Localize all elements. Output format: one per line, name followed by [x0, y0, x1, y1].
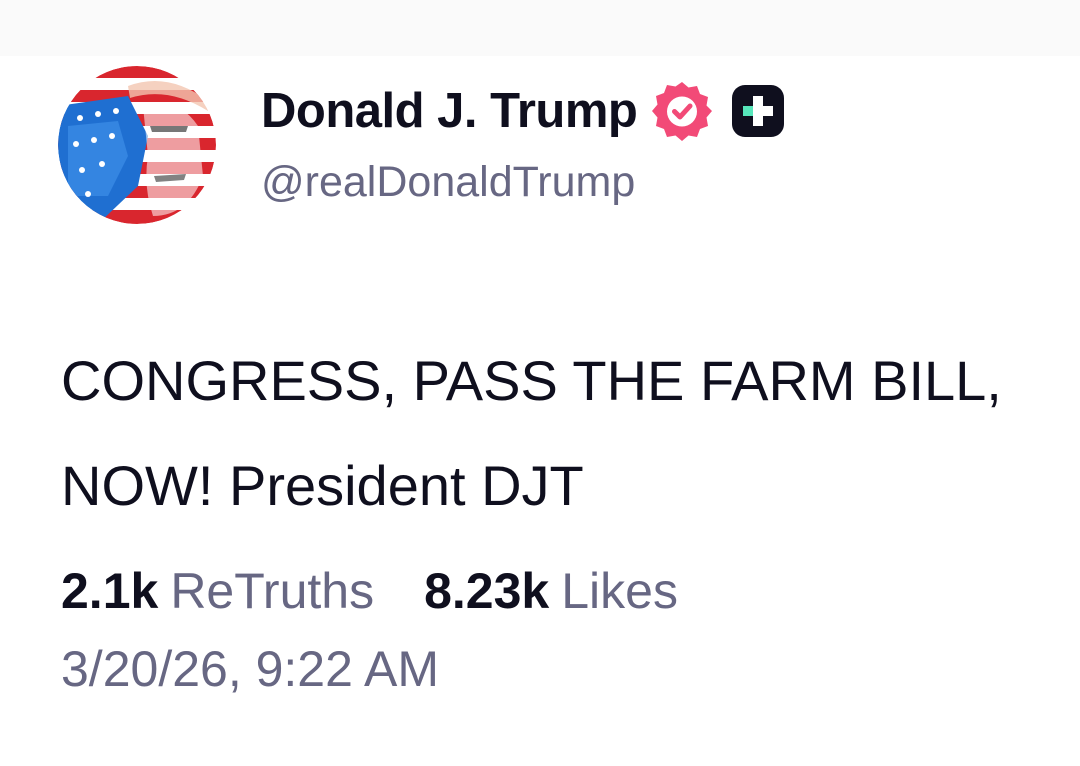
- display-name[interactable]: Donald J. Trump: [261, 83, 638, 139]
- post-card: Donald J. Trump @realDonaldTrump CONGRES…: [0, 56, 1080, 766]
- retruths-stat[interactable]: 2.1k ReTruths: [61, 562, 374, 620]
- likes-count: 8.23k: [424, 563, 550, 619]
- post-text: CONGRESS, PASS THE FARM BILL, NOW! Presi…: [61, 349, 1002, 517]
- avatar-flag-portrait-icon: [58, 66, 216, 224]
- retruths-label: ReTruths: [170, 563, 375, 619]
- plus-badge-icon: [732, 85, 785, 137]
- top-bar: [0, 0, 1080, 56]
- likes-stat[interactable]: 8.23k Likes: [424, 562, 678, 620]
- verified-badge-icon: [652, 82, 713, 141]
- retruths-count: 2.1k: [61, 563, 159, 619]
- likes-label: Likes: [561, 563, 678, 619]
- avatar[interactable]: [58, 66, 216, 224]
- handle[interactable]: @realDonaldTrump: [261, 158, 635, 207]
- author-row: Donald J. Trump: [261, 80, 785, 142]
- post-timestamp: 3/20/26, 9:22 AM: [61, 641, 440, 697]
- post-stats: 2.1k ReTruths 8.23k Likes: [61, 562, 678, 620]
